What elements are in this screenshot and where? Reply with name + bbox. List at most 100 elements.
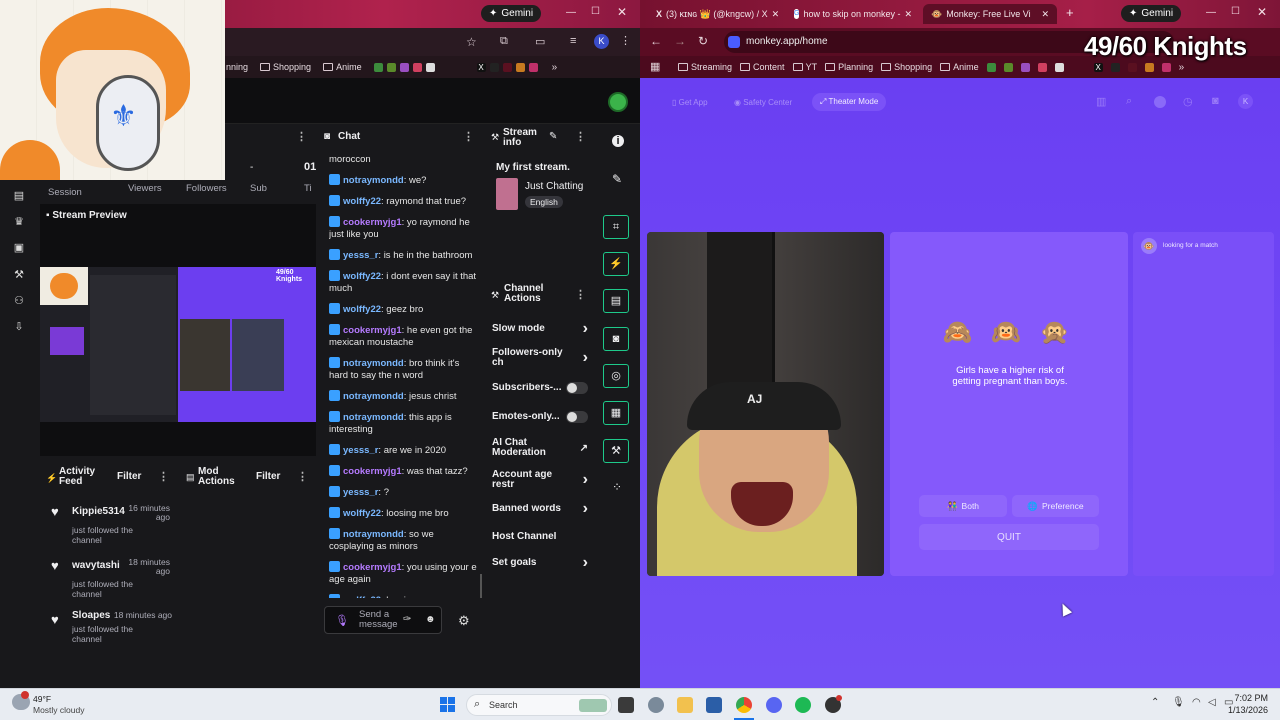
chat-message[interactable]: wolffy22: raymond that true?: [329, 195, 479, 208]
chat-username[interactable]: wolffy22: [343, 508, 381, 519]
channel-action-row[interactable]: Slow mode ›: [484, 315, 596, 343]
close-icon[interactable]: ✕: [1257, 5, 1267, 19]
bookmark-anime[interactable]: Anime: [940, 62, 979, 72]
chevron-right-icon[interactable]: »: [552, 62, 558, 73]
microphone-icon[interactable]: 🎙: [335, 614, 349, 627]
stream-preview-video[interactable]: 49/60 Knights: [40, 267, 316, 422]
bookmark-favicon[interactable]: [515, 62, 525, 72]
tab-monkey[interactable]: 🐵 Monkey: Free Live Vi ✕: [923, 4, 1057, 24]
mod-filter-button[interactable]: Filter: [256, 471, 280, 482]
coin-icon[interactable]: [1154, 96, 1166, 108]
bookmark-favicon[interactable]: [1110, 62, 1120, 72]
profile-avatar[interactable]: K: [594, 34, 609, 49]
preference-button[interactable]: 🌐 Preference: [1012, 495, 1099, 517]
kebab-menu-icon[interactable]: ⋮: [575, 288, 586, 301]
x-icon[interactable]: X: [476, 62, 486, 72]
chat-message[interactable]: cookermyjg1: he even got the mexican mou…: [329, 324, 479, 349]
bits-icon[interactable]: ✑: [403, 614, 411, 625]
toggle-switch[interactable]: [566, 381, 588, 394]
gemini-button[interactable]: ✦ Gemini: [481, 5, 542, 22]
chat-message[interactable]: cookermyjg1: was that tazz?: [329, 465, 479, 478]
kebab-menu-icon[interactable]: ⋮: [575, 130, 586, 143]
minimize-icon[interactable]: —: [1206, 7, 1216, 18]
bookmark-favicon[interactable]: [425, 62, 435, 72]
chrome-icon[interactable]: [736, 697, 752, 713]
notes-quick-action[interactable]: ▤: [603, 289, 629, 313]
forward-icon[interactable]: →: [674, 34, 686, 48]
bookmark-favicon[interactable]: [1161, 62, 1171, 72]
chat-message[interactable]: notraymondd: we?: [329, 174, 479, 187]
chat-username[interactable]: notraymondd: [343, 358, 404, 369]
bookmark-favicon[interactable]: [1127, 62, 1137, 72]
activity-item-name[interactable]: wavytashi: [72, 560, 120, 571]
kebab-menu-icon[interactable]: ⋮: [463, 130, 474, 143]
quit-button[interactable]: QUIT: [919, 524, 1099, 550]
get-app-link[interactable]: ▯ Get App: [672, 98, 708, 107]
extensions-icon[interactable]: ⧉: [500, 35, 508, 48]
activity-filter-button[interactable]: Filter: [117, 471, 141, 482]
bookmark-shopping[interactable]: Shopping: [260, 62, 311, 72]
chat-username[interactable]: cookermyjg1: [343, 466, 402, 477]
site-icon[interactable]: [728, 36, 740, 48]
star-icon[interactable]: ☆: [466, 35, 477, 49]
chat-username[interactable]: wolffy22: [343, 304, 381, 315]
chat-message[interactable]: cookermyjg1: you using your e age again: [329, 561, 479, 586]
broadcast-quick-action[interactable]: ◎: [603, 364, 629, 388]
channel-action-row[interactable]: Host Channel: [484, 524, 596, 550]
clock-time[interactable]: 7:02 PM: [1232, 693, 1268, 703]
chat-username[interactable]: wolffy22: [343, 271, 381, 282]
chat-message[interactable]: yesss_r: is he in the bathroom: [329, 249, 479, 262]
bookmark-favicon[interactable]: [986, 62, 996, 72]
close-icon[interactable]: ✕: [617, 5, 627, 19]
kebab-menu-icon[interactable]: ⋮: [297, 470, 308, 483]
windows-start-icon[interactable]: [440, 697, 456, 713]
chat-message[interactable]: yesss_r: are we in 2020: [329, 444, 479, 457]
category-box-art[interactable]: [496, 178, 518, 210]
channel-action-row[interactable]: Set goals ›: [484, 550, 596, 576]
back-icon[interactable]: ←: [650, 34, 662, 48]
chat-message[interactable]: notraymondd: so we cosplaying as minors: [329, 528, 479, 553]
info-icon[interactable]: i: [612, 135, 624, 147]
chat-message[interactable]: wolffy22: loosing me bro: [329, 507, 479, 520]
chat-username[interactable]: yesss_r: [343, 445, 378, 456]
chat-username[interactable]: cookermyjg1: [343, 325, 402, 336]
chat-message[interactable]: moroccon: [329, 154, 479, 166]
channel-action-row[interactable]: Subscribers-...: [484, 373, 596, 402]
tab-close-icon[interactable]: ✕: [772, 9, 780, 20]
chat-username[interactable]: notraymondd: [343, 529, 404, 540]
chat-username[interactable]: yesss_r: [343, 487, 378, 498]
chat-message[interactable]: cookermyjg1: yo raymond he just like you: [329, 216, 479, 241]
file-explorer-icon[interactable]: [677, 697, 693, 713]
dashboard-icon[interactable]: ▤: [13, 190, 25, 202]
chat-message-list[interactable]: moroccon notraymondd: we? wolffy22: raymon…: [329, 154, 479, 598]
ad-quick-action[interactable]: ▦: [603, 401, 629, 425]
tab-close-icon[interactable]: ✕: [1041, 9, 1049, 20]
chat-username[interactable]: cookermyjg1: [343, 217, 402, 228]
bookmark-yt[interactable]: YT: [792, 62, 817, 72]
chat-username[interactable]: yesss_r: [343, 250, 378, 261]
channel-action-row[interactable]: Account age restr ›: [484, 465, 596, 494]
bookmark-favicon[interactable]: [412, 62, 422, 72]
discord-icon[interactable]: [766, 697, 782, 713]
chat-username[interactable]: wolffy22: [343, 595, 381, 598]
bookmark-planning[interactable]: Planning: [825, 62, 873, 72]
bookmark-shopping[interactable]: Shopping: [881, 62, 932, 72]
terminal-icon[interactable]: [618, 697, 634, 713]
bookmark-favicon[interactable]: [528, 62, 538, 72]
apps-grid-icon[interactable]: ▦: [650, 60, 660, 73]
bookmark-streaming[interactable]: Streaming: [678, 62, 732, 72]
maximize-icon[interactable]: ☐: [1231, 6, 1240, 17]
gemini-button[interactable]: ✦ Gemini: [1121, 5, 1182, 22]
community-icon[interactable]: ⚇: [13, 295, 25, 307]
user-avatar[interactable]: [608, 92, 628, 112]
clip-quick-action[interactable]: ⌗: [603, 215, 629, 239]
clock-date[interactable]: 1/13/2026: [1224, 705, 1268, 715]
chat-message[interactable]: notraymondd: bro think it's hard to say …: [329, 357, 479, 382]
chat-username[interactable]: notraymondd: [343, 175, 404, 186]
bookmark-favicon[interactable]: [1037, 62, 1047, 72]
gear-icon[interactable]: ⚙: [458, 613, 470, 629]
chat-username[interactable]: wolffy22: [343, 196, 381, 207]
taskbar-search[interactable]: ⌕ Search: [466, 694, 612, 716]
theater-mode-button[interactable]: ⤢ Theater Mode: [812, 93, 887, 111]
history-icon[interactable]: ◷: [1183, 95, 1193, 108]
